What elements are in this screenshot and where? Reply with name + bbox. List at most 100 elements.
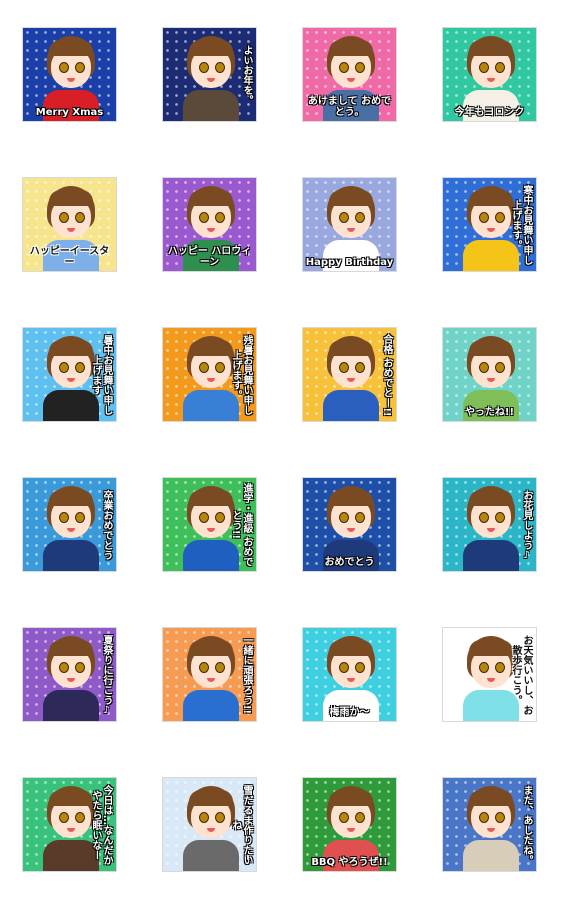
sticker-shingaku[interactable]: 進学・進級 おめでとう!! xyxy=(162,477,257,572)
character-fringe xyxy=(189,40,233,56)
character-eye-right xyxy=(495,362,505,373)
sticker-mata-ashita[interactable]: また、あしたね。 xyxy=(442,777,537,872)
sticker-tsuyu[interactable]: 梅雨か〜 xyxy=(302,627,397,722)
character-eye-right xyxy=(495,62,505,73)
sticker-caption: 残暑お見舞い申し上げます。 xyxy=(230,335,252,415)
character-eye-right xyxy=(355,212,365,223)
sticker-gokaku[interactable]: 合格 おめでとー!! xyxy=(302,327,397,422)
sticker-caption: おめでとう xyxy=(324,557,375,568)
character-eye-right xyxy=(215,662,225,673)
sticker-omedetou[interactable]: おめでとう xyxy=(302,477,397,572)
character-eye-right xyxy=(215,812,225,823)
sticker-caption: よいお年を。 xyxy=(241,45,252,105)
character-eye-left xyxy=(339,512,349,523)
character-eye-left xyxy=(59,212,69,223)
sticker-grid: Merry Xmas よいお年を。 あけまして おめでとう。今年もヨロシクハッピーイ… xyxy=(0,0,562,900)
character-fringe xyxy=(329,340,373,356)
sticker-natsumatsuri[interactable]: 夏祭りに行こう♪ xyxy=(22,627,117,722)
character-eye-right xyxy=(355,362,365,373)
character-eye-right xyxy=(355,662,365,673)
character-fringe xyxy=(189,490,233,506)
sticker-zansho-mimai[interactable]: 残暑お見舞い申し上げます。 xyxy=(162,327,257,422)
sticker-caption: お花見しよう♪ xyxy=(521,489,532,561)
character-eye-left xyxy=(339,212,349,223)
character-fringe xyxy=(189,190,233,206)
sticker-kotoshimo[interactable]: 今年もヨロシク xyxy=(442,27,537,122)
character-eye-left xyxy=(339,812,349,823)
sticker-yattane[interactable]: やったね!! xyxy=(442,327,537,422)
character-eye-left xyxy=(339,662,349,673)
character-fringe xyxy=(49,40,93,56)
sticker-yukidaruma[interactable]: 雪だるま作りたいね xyxy=(162,777,257,872)
sticker-birthday[interactable]: Happy Birthday xyxy=(302,177,397,272)
character-eye-left xyxy=(479,662,489,673)
character-eye-right xyxy=(495,812,505,823)
sticker-isshoni[interactable]: 一緒に頑張ろう!! xyxy=(162,627,257,722)
character-eye-right xyxy=(75,62,85,73)
character-fringe xyxy=(189,640,233,656)
sticker-caption: 合格 おめでとー!! xyxy=(381,333,392,417)
character-fringe xyxy=(329,190,373,206)
sticker-bbq[interactable]: BBQ やろうぜ!! xyxy=(302,777,397,872)
sticker-caption: やったね!! xyxy=(464,407,515,418)
sticker-halloween[interactable]: ハッピー ハロウィーン xyxy=(162,177,257,272)
character-eye-left xyxy=(199,212,209,223)
sticker-caption: 梅雨か〜 xyxy=(329,707,370,718)
character-fringe xyxy=(329,40,373,56)
sticker-caption: お天気いいし、お散歩行こう。 xyxy=(510,635,532,715)
sticker-caption: Happy Birthday xyxy=(305,257,394,268)
character-eye-right xyxy=(75,212,85,223)
sticker-caption: 進学・進級 おめでとう!! xyxy=(230,483,252,567)
character-fringe xyxy=(329,640,373,656)
sticker-caption: 雪だるま作りたいね xyxy=(230,785,252,865)
character-fringe xyxy=(189,340,233,356)
sticker-caption: 今日は…なんだかやたら眠いなー xyxy=(90,785,112,865)
sticker-caption: 一緒に頑張ろう!! xyxy=(241,635,252,715)
sticker-shochu-mimai[interactable]: 暑中お見舞い申し上げます xyxy=(22,327,117,422)
character-eye-right xyxy=(495,512,505,523)
sticker-kyou-wa[interactable]: 今日は…なんだかやたら眠いなー xyxy=(22,777,117,872)
sticker-easter[interactable]: ハッピーイースター xyxy=(22,177,117,272)
character-eye-right xyxy=(75,662,85,673)
character-eye-right xyxy=(215,62,225,73)
character-eye-left xyxy=(199,512,209,523)
sticker-akemashite[interactable]: あけまして おめでとう。 xyxy=(302,27,397,122)
character-eye-right xyxy=(355,812,365,823)
character-eye-left xyxy=(59,662,69,673)
sticker-otenki[interactable]: お天気いいし、お散歩行こう。 xyxy=(442,627,537,722)
character-fringe xyxy=(469,40,513,56)
character-eye-left xyxy=(199,812,209,823)
sticker-caption: 卒業おめでとう xyxy=(101,490,112,560)
character-eye-right xyxy=(75,812,85,823)
sticker-caption: 暑中お見舞い申し上げます xyxy=(90,335,112,415)
character-eye-left xyxy=(479,62,489,73)
character-eye-left xyxy=(59,812,69,823)
character-fringe xyxy=(49,790,93,806)
character-eye-right xyxy=(495,212,505,223)
sticker-caption: ハッピーイースター xyxy=(29,246,110,268)
character-fringe xyxy=(329,790,373,806)
character-eye-left xyxy=(479,512,489,523)
character-eye-right xyxy=(215,212,225,223)
character-eye-right xyxy=(495,662,505,673)
sticker-merry-xmas[interactable]: Merry Xmas xyxy=(22,27,117,122)
sticker-kanchu-mimai[interactable]: 寒中お見舞い申し上げます。 xyxy=(442,177,537,272)
sticker-yoi-otoshi[interactable]: よいお年を。 xyxy=(162,27,257,122)
sticker-caption: 夏祭りに行こう♪ xyxy=(101,634,112,716)
sticker-caption: 今年もヨロシク xyxy=(454,107,525,118)
character-body xyxy=(183,90,239,121)
character-body xyxy=(463,540,519,571)
sticker-caption: また、あしたね。 xyxy=(521,785,532,865)
character-fringe xyxy=(49,490,93,506)
character-eye-right xyxy=(355,512,365,523)
character-fringe xyxy=(469,490,513,506)
character-eye-left xyxy=(479,812,489,823)
sticker-caption: ハッピー ハロウィーン xyxy=(167,246,252,268)
character-eye-left xyxy=(59,62,69,73)
sticker-ohanami[interactable]: お花見しよう♪ xyxy=(442,477,537,572)
sticker-sotsugyo[interactable]: 卒業おめでとう xyxy=(22,477,117,572)
character-eye-left xyxy=(199,62,209,73)
character-eye-left xyxy=(199,362,209,373)
character-fringe xyxy=(469,640,513,656)
character-eye-right xyxy=(215,512,225,523)
